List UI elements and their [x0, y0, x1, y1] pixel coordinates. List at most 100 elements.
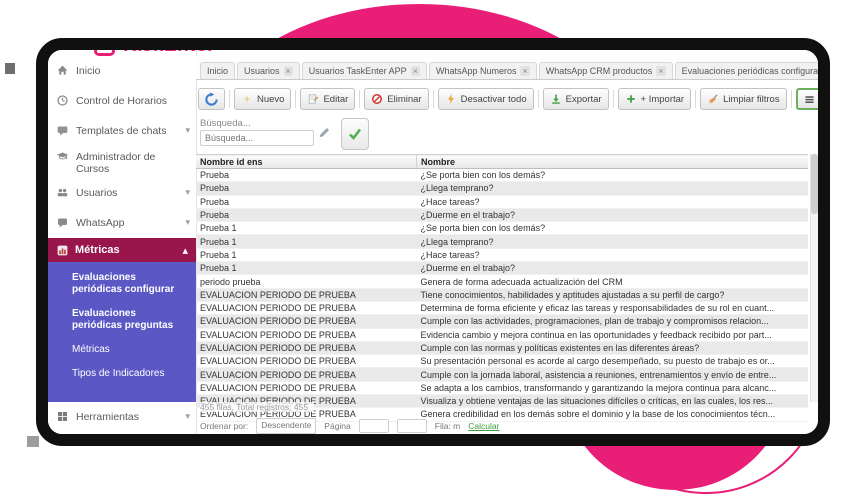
import-button[interactable]: + Importar [618, 88, 692, 110]
submenu-item-tipos-de-indicadores[interactable]: Tipos de Indicadores [72, 368, 188, 380]
submenu-item-evaluaciones-periodicas-configurar[interactable]: Evaluaciones periódicas configurar [72, 272, 188, 296]
toolbar-separator [613, 90, 614, 108]
tab-close-icon[interactable]: × [656, 66, 665, 76]
tab-close-icon[interactable]: × [520, 66, 529, 76]
sidebar-item-label: Métricas [75, 244, 176, 256]
table-row[interactable]: Prueba 1¿Duerme en el trabajo? [196, 262, 808, 275]
sidebar-item-inicio[interactable]: Inicio [48, 64, 196, 77]
toolbar-separator [229, 90, 230, 108]
delete-button[interactable]: Eliminar [364, 88, 428, 110]
tab-usuarios[interactable]: Usuarios× [237, 62, 300, 79]
order-by-select[interactable]: Descendente [256, 418, 316, 434]
sidebar-item-label: Templates de chats [76, 124, 178, 137]
tab-close-icon[interactable]: × [411, 66, 420, 76]
chevron-down-icon: ▾ [185, 410, 190, 422]
course-icon [56, 150, 69, 163]
table-row[interactable]: EVALUACION PERIODO DE PRUEBACumple con l… [196, 368, 808, 381]
sidebar-item-templates-de-chats[interactable]: Templates de chats ▾ [48, 124, 196, 137]
submenu-item-metricas[interactable]: Métricas [72, 344, 188, 356]
sidebar-item-whatsapp[interactable]: WhatsApp▾ [48, 216, 196, 229]
toolbar-separator [538, 90, 539, 108]
table-row[interactable]: EVALUACION PERIODO DE PRUEBADetermina de… [196, 301, 808, 314]
no-entry-icon [371, 93, 383, 105]
cell-nombre: Se adapta a los cambios, transformando y… [417, 381, 809, 394]
submenu-item-evaluaciones-periodicas-preguntas[interactable]: Evaluaciones periódicas preguntas [72, 308, 188, 332]
page-input[interactable] [397, 419, 427, 433]
clear-filters-button[interactable]: Limpiar filtros [700, 88, 787, 110]
grid-icon [56, 410, 69, 423]
lightning-icon [445, 93, 457, 105]
list-view-button[interactable] [796, 88, 818, 110]
table-row[interactable]: EVALUACION PERIODO DE PRUEBASu presentac… [196, 355, 808, 368]
search-submit-button[interactable] [341, 118, 369, 150]
column-header-nombre-id[interactable]: Nombre id ens [196, 155, 417, 169]
tab-usuarios-taskenter-app[interactable]: Usuarios TaskEnter APP× [302, 62, 427, 79]
cell-nombre-id: periodo prueba [196, 275, 417, 288]
table-row[interactable]: Prueba¿Hace tareas? [196, 195, 808, 208]
page-input[interactable] [359, 419, 389, 433]
new-icon [241, 93, 253, 105]
tab-bar: InicioUsuarios×Usuarios TaskEnter APP×Wh… [196, 56, 818, 80]
table-row[interactable]: Prueba 1¿Llega temprano? [196, 235, 808, 248]
tab-evaluaciones-periodicas-configurar[interactable]: Evaluaciones periódicas configurar× [675, 62, 818, 79]
pencil-icon[interactable] [318, 126, 331, 139]
table-row[interactable]: Prueba 1¿Se porta bien con los demás? [196, 222, 808, 235]
tab-whatsapp-numeros[interactable]: WhatsApp Numeros× [429, 62, 537, 79]
table-row[interactable]: EVALUACION PERIODO DE PRUEBATiene conoci… [196, 288, 808, 301]
cell-nombre-id: EVALUACION PERIODO DE PRUEBA [196, 355, 417, 368]
sidebar-item-label: Inicio [76, 64, 190, 77]
export-button[interactable]: Exportar [543, 88, 609, 110]
table-row[interactable]: EVALUACION PERIODO DE PRUEBAEvidencia ca… [196, 328, 808, 341]
cell-nombre: ¿Duerme en el trabajo? [417, 208, 809, 221]
search-input[interactable] [200, 130, 314, 146]
cell-nombre-id: Prueba [196, 208, 417, 221]
cell-nombre: Determina de forma eficiente y eficaz la… [417, 301, 809, 314]
cell-nombre-id: EVALUACION PERIODO DE PRUEBA [196, 368, 417, 381]
home-icon [56, 64, 69, 77]
table-row[interactable]: Prueba 1¿Hace tareas? [196, 248, 808, 261]
app-root: TaskEnter InicioControl de HorariosTempl… [48, 50, 818, 434]
data-table: Nombre id ens Nombre Prueba¿Se porta bie… [196, 154, 808, 422]
cell-nombre-id: EVALUACION PERIODO DE PRUEBA [196, 341, 417, 354]
cell-nombre-id: EVALUACION PERIODO DE PRUEBA [196, 315, 417, 328]
sidebar-item-control-de-horarios[interactable]: Control de Horarios [48, 94, 196, 107]
tab-inicio[interactable]: Inicio [200, 62, 235, 79]
sidebar-item-label: WhatsApp [76, 216, 178, 229]
broom-icon [707, 93, 719, 105]
page-background: TaskEnter InicioControl de HorariosTempl… [0, 0, 850, 500]
table-row[interactable]: EVALUACION PERIODO DE PRUEBACumple con l… [196, 315, 808, 328]
cell-nombre: Cumple con la jornada laboral, asistenci… [417, 368, 809, 381]
chevron-down-icon: ▾ [185, 124, 190, 136]
cell-nombre: ¿Llega temprano? [417, 235, 809, 248]
sidebar-item-usuarios[interactable]: Usuarios▾ [48, 186, 196, 199]
sidebar-item-metricas[interactable]: Métricas ▴ [48, 238, 196, 262]
new-button[interactable]: Nuevo [234, 88, 291, 110]
table-row[interactable]: EVALUACION PERIODO DE PRUEBACumple con l… [196, 341, 808, 354]
list-icon [803, 93, 816, 106]
table-row[interactable]: Prueba¿Duerme en el trabajo? [196, 208, 808, 221]
sidebar-item-herramientas[interactable]: Herramientas ▾ [48, 410, 196, 423]
app-window: TaskEnter InicioControl de HorariosTempl… [36, 38, 830, 446]
cell-nombre: Genera de forma adecuada actualización d… [417, 275, 809, 288]
sidebar-item-administrador-de-cursos[interactable]: Administrador de Cursos [48, 150, 196, 175]
column-header-nombre[interactable]: Nombre [417, 155, 809, 169]
deactivate-all-button[interactable]: Desactivar todo [438, 88, 534, 110]
cell-nombre: Su presentación personal es acorde al ca… [417, 355, 809, 368]
table-row[interactable]: Prueba¿Llega temprano? [196, 182, 808, 195]
table-row[interactable]: periodo pruebaGenera de forma adecuada a… [196, 275, 808, 288]
table-row[interactable]: EVALUACION PERIODO DE PRUEBASe adapta a … [196, 381, 808, 394]
tab-whatsapp-crm-productos[interactable]: WhatsApp CRM productos× [539, 62, 673, 79]
scrollbar-thumb[interactable] [811, 154, 818, 214]
refresh-button[interactable] [198, 88, 225, 110]
tab-close-icon[interactable]: × [284, 66, 293, 76]
search-label: Búsqueda... [200, 118, 251, 129]
chat-icon [56, 124, 69, 137]
calculate-link[interactable]: Calcular [468, 421, 499, 431]
edit-button[interactable]: Editar [300, 88, 355, 110]
frame-artifact [27, 436, 39, 447]
checkmark-icon [347, 126, 363, 142]
metricas-submenu: Evaluaciones periódicas configurar Evalua… [48, 262, 196, 402]
toolbar-separator [695, 90, 696, 108]
tab-label: Inicio [207, 66, 228, 76]
table-row[interactable]: Prueba¿Se porta bien con los demás? [196, 169, 808, 182]
